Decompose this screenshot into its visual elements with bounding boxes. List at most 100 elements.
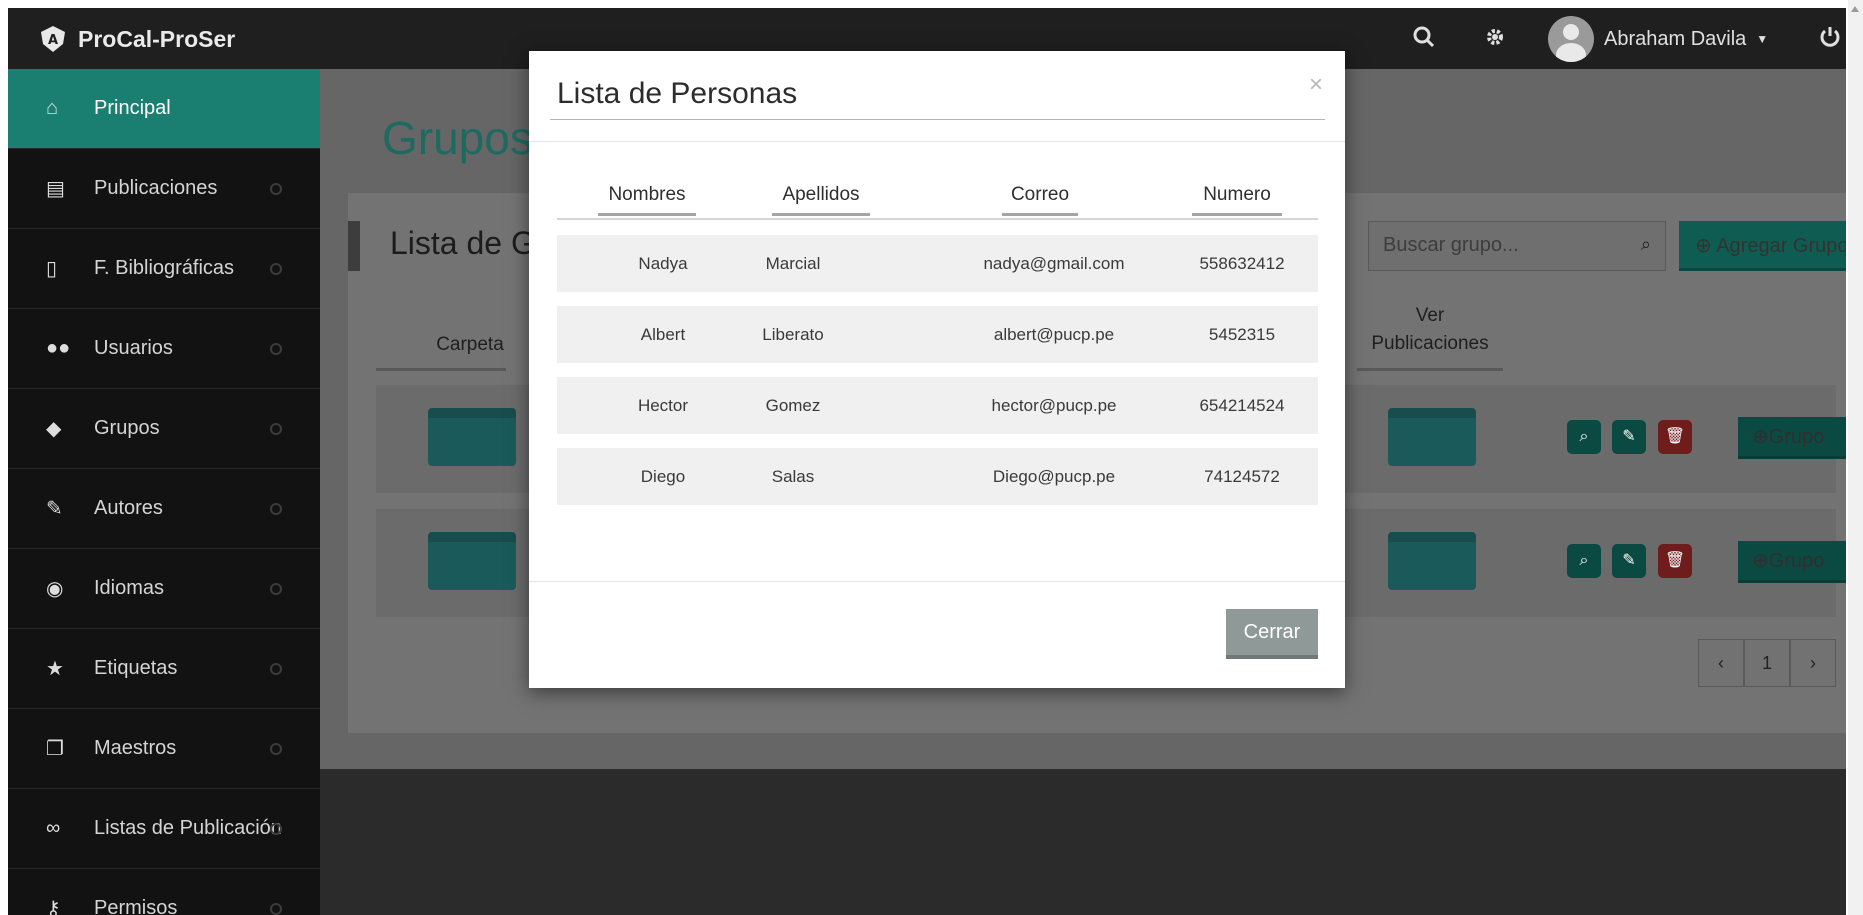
header-correo: Correo [1010, 184, 1070, 205]
chevron-icon [270, 422, 282, 435]
cell-apellido: Salas [771, 467, 815, 486]
comments-icon: ◆ [46, 418, 62, 440]
column-header-carpeta: Carpeta [436, 334, 504, 355]
search-icon[interactable]: ⌕ [1641, 234, 1651, 255]
sidebar-item-label: F. Bibliográficas [94, 257, 235, 279]
search-input[interactable]: Buscar grupo... ⌕ [1368, 221, 1666, 271]
globe-icon: ◉ [46, 578, 64, 600]
clone-icon: ❐ [46, 738, 64, 760]
title-underline [550, 119, 1325, 120]
delete-button[interactable]: 🗑 [1658, 420, 1692, 454]
sidebar-item-label: Maestros [94, 737, 177, 759]
sidebar-item-label: Usuarios [94, 337, 173, 359]
scrollbar[interactable] [1848, 0, 1863, 915]
folder-document-icon[interactable] [1388, 532, 1476, 590]
add-to-group-button[interactable]: ⊕Grupo [1738, 541, 1846, 583]
power-icon[interactable] [1818, 25, 1842, 55]
add-group-button[interactable]: ⊕ Agregar Grupo [1679, 221, 1846, 271]
cell-correo: Diego@pucp.pe [992, 467, 1116, 486]
view-button[interactable]: ⌕ [1567, 420, 1601, 454]
avatar [1548, 16, 1594, 62]
page-background [320, 769, 1846, 915]
cell-apellido: Liberato [762, 325, 824, 344]
header-underline [598, 213, 696, 216]
search-icon[interactable] [1413, 26, 1435, 54]
chevron-icon [270, 742, 282, 755]
modal-title: Lista de Personas [557, 77, 798, 110]
chevron-icon [270, 822, 282, 835]
header-nombres: Nombres [608, 184, 686, 205]
table-row[interactable]: Nadya Marcial nadya@gmail.com 558632412 [557, 235, 1318, 292]
delete-button[interactable]: 🗑 [1658, 544, 1692, 578]
chevron-icon [270, 182, 282, 195]
row-button-label: Grupo [1768, 550, 1825, 572]
edit-button[interactable]: ✎ [1612, 544, 1646, 578]
close-icon[interactable]: × [1309, 71, 1323, 99]
book-icon: ▤ [46, 178, 65, 200]
personas-modal: Lista de Personas × Nombres Apellidos Co… [529, 51, 1345, 688]
app-frame: A ProCal-ProSer Abraham Davila ▼ ⌂ Princ… [8, 8, 1846, 915]
home-icon: ⌂ [46, 97, 59, 119]
cell-correo: hector@pucp.pe [991, 396, 1117, 415]
svg-text:A: A [48, 33, 58, 48]
sidebar-item-permisos[interactable]: ⚷ Permisos [8, 869, 320, 915]
prev-page-button[interactable]: ‹ [1698, 639, 1744, 687]
add-to-group-button[interactable]: ⊕Grupo [1738, 417, 1846, 459]
folder-document-icon[interactable] [1388, 408, 1476, 466]
logo-icon: A [41, 26, 65, 52]
sidebar-item-idiomas[interactable]: ◉ Idiomas [8, 549, 320, 629]
sidebar-item-label: Idiomas [94, 577, 165, 599]
page-number[interactable]: 1 [1744, 639, 1790, 687]
sidebar-item-label: Principal [94, 97, 171, 119]
table-row[interactable]: Hector Gomez hector@pucp.pe 654214524 [557, 377, 1318, 434]
chevron-icon [270, 662, 282, 675]
folder-user-icon [428, 408, 516, 466]
close-button[interactable]: Cerrar [1226, 609, 1318, 659]
user-name: Abraham Davila [1604, 27, 1747, 50]
sidebar-item-etiquetas[interactable]: ★ Etiquetas [8, 629, 320, 709]
header-underline [772, 213, 870, 216]
sidebar-item-label: Etiquetas [94, 657, 178, 679]
sidebar-item-listas-publicacion[interactable]: ∞ Listas de Publicación [8, 789, 320, 869]
sidebar-item-principal[interactable]: ⌂ Principal [8, 69, 320, 149]
cell-apellido: Marcial [765, 254, 821, 273]
sidebar-item-label: Grupos [94, 417, 160, 439]
panel-title: Lista de G [390, 225, 536, 261]
caret-down-icon: ▼ [1756, 32, 1769, 46]
file-icon: ▯ [46, 258, 58, 280]
gear-icon[interactable] [1484, 26, 1506, 54]
table-row[interactable]: Albert Liberato albert@pucp.pe 5452315 [557, 306, 1318, 363]
view-button[interactable]: ⌕ [1567, 544, 1601, 578]
sidebar-item-publicaciones[interactable]: ▤ Publicaciones [8, 149, 320, 229]
panel-accent-bar [348, 221, 360, 271]
user-menu[interactable]: Abraham Davila ▼ [1548, 16, 1768, 62]
sidebar-item-maestros[interactable]: ❐ Maestros [8, 709, 320, 789]
sidebar-item-label: Listas de Publicación [94, 817, 282, 839]
edit-button[interactable]: ✎ [1612, 420, 1646, 454]
add-group-label: Agregar Grupo [1716, 235, 1846, 257]
sidebar-item-label: Permisos [94, 897, 178, 915]
column-underline [1357, 368, 1503, 371]
sidebar-item-fbibliograficas[interactable]: ▯ F. Bibliográficas [8, 229, 320, 309]
chevron-icon [270, 502, 282, 515]
sidebar-item-label: Autores [94, 497, 163, 519]
table-row[interactable]: Diego Salas Diego@pucp.pe 74124572 [557, 448, 1318, 505]
cell-numero: 74124572 [1204, 467, 1280, 486]
star-icon: ★ [46, 658, 64, 680]
search-placeholder: Buscar grupo... [1383, 234, 1519, 256]
scroll-up-arrow-icon[interactable] [1851, 6, 1859, 12]
chevron-icon [270, 902, 282, 915]
sidebar-item-grupos[interactable]: ◆ Grupos [8, 389, 320, 469]
cell-numero: 5452315 [1208, 325, 1276, 344]
next-page-button[interactable]: › [1790, 639, 1836, 687]
cell-numero: 654214524 [1199, 396, 1285, 415]
sidebar-item-usuarios[interactable]: ●● Usuarios [8, 309, 320, 389]
row-button-label: Grupo [1768, 426, 1825, 448]
sidebar: ⌂ Principal ▤ Publicaciones ▯ F. Bibliog… [8, 69, 320, 915]
header-apellidos: Apellidos [782, 184, 860, 205]
modal-header-divider [529, 141, 1345, 142]
sidebar-item-autores[interactable]: ✎ Autores [8, 469, 320, 549]
brand[interactable]: A ProCal-ProSer [38, 24, 235, 54]
cell-correo: albert@pucp.pe [993, 325, 1115, 344]
edit-icon: ✎ [46, 498, 63, 520]
